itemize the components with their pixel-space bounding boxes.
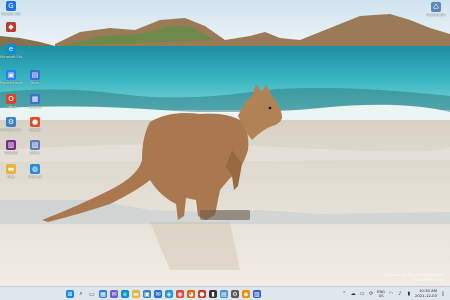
red-app-icon-glyph: ●: [30, 117, 40, 127]
file-icon-label: Utility: [30, 151, 40, 155]
cloud-icon[interactable]: ☁: [350, 291, 356, 297]
taskbar-apps: ⊞ ⌕ ▭ ▦ ✉ e ▬ ▣ ✉ ◈ ◉ ◕ ● ▮ ▤ ⚙ ◆ ▧: [66, 289, 261, 299]
globe-icon-label: Internet: [28, 175, 42, 179]
app-icon-glyph: ▣: [6, 70, 16, 80]
windows-watermark: Windows 11 Pro Insider Preview Evaluatio…: [384, 272, 444, 282]
sync-icon[interactable]: ⟳: [368, 291, 374, 297]
search-icon[interactable]: ⌕: [77, 290, 85, 298]
app-icon-3-glyph: ▦: [30, 94, 40, 104]
folder-icon-glyph: ▬: [6, 164, 16, 174]
lang-bottom: US: [378, 294, 384, 298]
notepad-icon[interactable]: ▤: [220, 290, 228, 298]
red-app-icon[interactable]: ● Adobe: [24, 117, 46, 132]
monitor-icon[interactable]: ▭: [359, 291, 365, 297]
wifi-icon[interactable]: ◠: [388, 291, 394, 297]
taskbar: ⊞ ⌕ ▭ ▦ ✉ e ▬ ▣ ✉ ◈ ◉ ◕ ● ▮ ▤ ⚙ ◆ ▧ ⌃ ☁ ▭ ⟳ ENG US ◠ ♪ ▮ …: [0, 286, 450, 300]
mail-icon[interactable]: ✉: [154, 290, 162, 298]
app-red-icon[interactable]: ●: [198, 290, 206, 298]
app-icon[interactable]: ▣ProcessMonitor: [0, 70, 22, 85]
photos-icon[interactable]: ◈: [165, 290, 173, 298]
shortcut-icon-glyph: ◆: [6, 22, 16, 32]
desktop: GGoogle site ◆ eMicrosoft Edge ▣ProcessMoni…: [0, 0, 450, 286]
office-icon-glyph: O: [6, 94, 16, 104]
winrar-icon-label: WinRAR: [4, 151, 18, 155]
edge-icon-glyph: e: [6, 44, 16, 54]
office-icon[interactable]: O Office: [0, 94, 22, 109]
winrar-icon-glyph: ▥: [6, 140, 16, 150]
widgets-icon[interactable]: ▦: [99, 290, 107, 298]
app-icon-label: ProcessMonitor: [0, 81, 22, 85]
settings-icon[interactable]: ⚙Windows 11 Update Assistant: [0, 117, 22, 132]
chrome-icon[interactable]: ◉: [176, 290, 184, 298]
volume-icon[interactable]: ♪: [397, 291, 403, 297]
settings-icon-label: Windows 11 Update Assistant: [0, 128, 22, 132]
edge-icon-label: Microsoft Edge: [0, 55, 22, 59]
battery-icon[interactable]: ▮: [406, 291, 412, 297]
app-icon-2-label: Tools: [30, 81, 40, 85]
file-icon-glyph: ▧: [30, 140, 40, 150]
google-site-icon[interactable]: G Google site: [0, 1, 22, 16]
google-site-icon-glyph: G: [6, 1, 16, 11]
edge-icon[interactable]: eMicrosoft Edge: [0, 44, 22, 59]
globe-icon-glyph: ◍: [30, 164, 40, 174]
recycle-bin-glyph: ♺: [431, 2, 441, 12]
office-icon-label: Office: [6, 105, 16, 109]
file-icon[interactable]: ▧ Utility: [24, 140, 46, 155]
watermark-line2: Evaluation copy.: [413, 277, 444, 282]
edge-taskbar-icon[interactable]: e: [121, 290, 129, 298]
red-app-icon-label: Adobe: [29, 128, 41, 132]
app-icon-3[interactable]: ▦ Installer: [24, 94, 46, 109]
explorer-icon[interactable]: ▬: [132, 290, 140, 298]
start-icon[interactable]: ⊞: [66, 290, 74, 298]
globe-icon[interactable]: ◍ Internet: [24, 164, 46, 179]
shortcut-icon[interactable]: ◆: [0, 22, 22, 33]
chevron-up-icon[interactable]: ⌃: [341, 291, 347, 297]
wallpaper: [0, 0, 450, 286]
terminal-icon[interactable]: ▮: [209, 290, 217, 298]
recycle-bin-label: Recycle Bin: [426, 13, 446, 17]
folder-icon-label: Files: [7, 175, 15, 179]
firefox-icon[interactable]: ◕: [187, 290, 195, 298]
app-blue-icon[interactable]: ▧: [253, 290, 261, 298]
task-view-icon[interactable]: ▭: [88, 290, 96, 298]
app-orange-icon[interactable]: ◆: [242, 290, 250, 298]
app-icon-2[interactable]: ▤ Tools: [24, 70, 46, 85]
winrar-icon[interactable]: ▥ WinRAR: [0, 140, 22, 155]
system-tray: ⌃ ☁ ▭ ⟳ ENG US ◠ ♪ ▮ 10:30 AM 2021-12-03…: [341, 288, 446, 300]
clock-date: 2021-12-03: [414, 293, 437, 298]
notification-icon[interactable]: ▯: [440, 291, 446, 297]
folder-icon[interactable]: ▬ Files: [0, 164, 22, 179]
language-indicator[interactable]: ENG US: [377, 290, 385, 298]
clock[interactable]: 10:30 AM 2021-12-03: [415, 289, 437, 298]
app-icon-3-label: Installer: [28, 105, 42, 109]
settings-icon-glyph: ⚙: [6, 117, 16, 127]
app-icon-2-glyph: ▤: [30, 70, 40, 80]
google-site-icon-label: Google site: [1, 12, 21, 16]
chat-icon[interactable]: ✉: [110, 290, 118, 298]
store-icon[interactable]: ▣: [143, 290, 151, 298]
recycle-bin-icon[interactable]: ♺ Recycle Bin: [425, 2, 447, 17]
settings-taskbar-icon[interactable]: ⚙: [231, 290, 239, 298]
